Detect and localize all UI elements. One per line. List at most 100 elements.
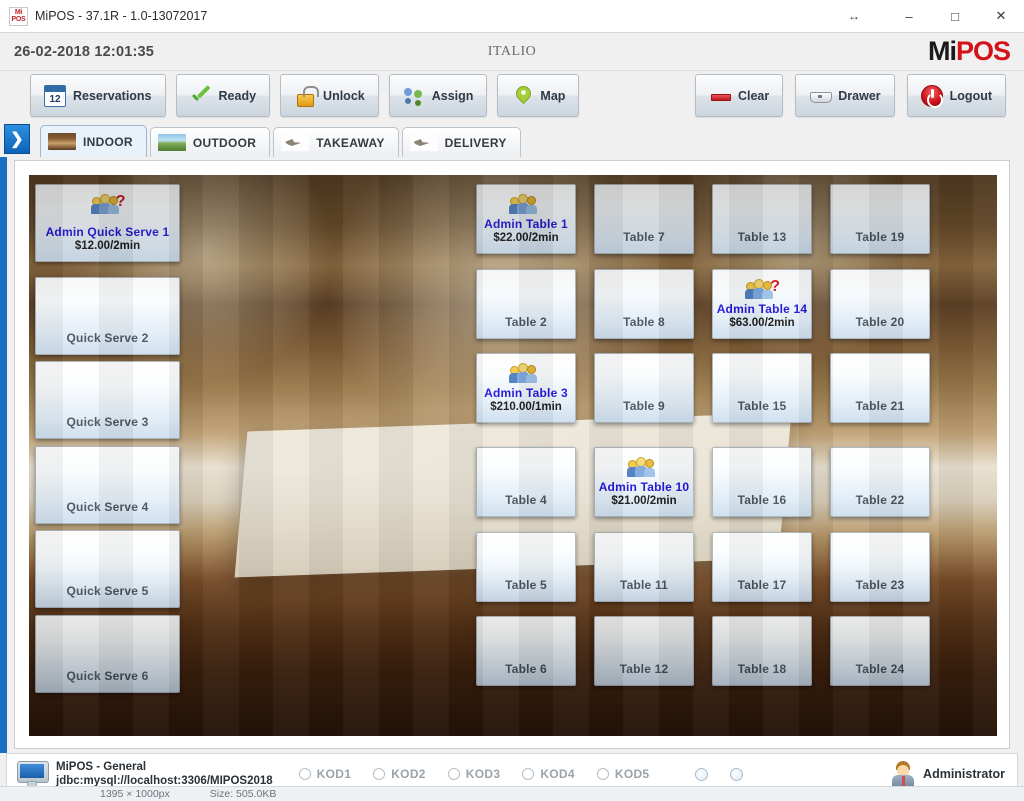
- app-icon-line1: Mi: [14, 9, 23, 16]
- table-name-label: Admin Quick Serve 1: [45, 225, 170, 239]
- table-button-table-20[interactable]: Table 20: [830, 269, 930, 339]
- table-button-table-13[interactable]: Table 13: [712, 184, 812, 254]
- table-button-table-8[interactable]: Table 8: [594, 269, 694, 339]
- reservations-button[interactable]: Reservations: [30, 74, 166, 117]
- app-icon-line2: POS: [11, 16, 26, 23]
- table-button-table-23[interactable]: Table 23: [830, 532, 930, 602]
- kod-radio-4[interactable]: KOD4: [522, 767, 575, 781]
- table-button-quick-serve-2[interactable]: Quick Serve 2: [35, 277, 180, 355]
- table-button-quick-serve-6[interactable]: Quick Serve 6: [35, 615, 180, 693]
- floor-tabs: INDOOR OUTDOOR TAKEAWAY DELIVERY: [40, 125, 524, 157]
- tab-thumbnail-icon: [281, 134, 310, 151]
- table-name-label: Table 17: [737, 578, 787, 592]
- table-button-admin-table-10[interactable]: Admin Table 10 $21.00/2min: [594, 447, 694, 517]
- table-name-label: Table 6: [505, 662, 547, 676]
- question-badge-icon: ?: [115, 193, 126, 210]
- clear-button[interactable]: Clear: [694, 74, 784, 117]
- drawer-button[interactable]: Drawer: [795, 74, 895, 117]
- tab-indoor[interactable]: INDOOR: [40, 125, 147, 157]
- table-button-table-15[interactable]: Table 15: [712, 353, 812, 423]
- avatar: [890, 760, 916, 788]
- table-button-quick-serve-5[interactable]: Quick Serve 5: [35, 530, 180, 608]
- maximize-button[interactable]: □: [932, 0, 978, 32]
- table-button-table-4[interactable]: Table 4: [476, 447, 576, 517]
- resize-icon[interactable]: ↔: [822, 0, 886, 32]
- toolbar-left-group: Reservations Ready Unlock Assign Map: [30, 74, 580, 117]
- table-name-label: Table 5: [505, 578, 547, 592]
- window-controls: ↔ – □ ✕: [822, 0, 1024, 33]
- radio-circle-icon: [298, 768, 311, 780]
- kod-radio-2[interactable]: KOD2: [373, 767, 426, 781]
- map-button[interactable]: Map: [497, 74, 580, 117]
- table-button-admin-table-1[interactable]: Admin Table 1 $22.00/2min: [476, 184, 576, 254]
- username-label: Administrator: [923, 767, 1005, 781]
- radio-circle-icon: [447, 768, 460, 780]
- status-indicator-2[interactable]: [730, 767, 744, 781]
- table-button-table-6[interactable]: Table 6: [476, 616, 576, 686]
- unlock-button[interactable]: Unlock: [280, 74, 379, 117]
- kod-radio-3[interactable]: KOD3: [447, 767, 501, 781]
- tab-thumbnail-icon: [48, 133, 76, 150]
- table-name-label: Table 19: [855, 230, 905, 244]
- table-name-label: Admin Table 1: [484, 217, 568, 231]
- kod-radio-group: KOD1 KOD2 KOD3 KOD4 KOD5: [298, 767, 650, 781]
- drawer-icon: [809, 85, 833, 107]
- table-button-table-22[interactable]: Table 22: [830, 447, 930, 517]
- table-button-table-2[interactable]: Table 2: [476, 269, 576, 339]
- table-name-label: Admin Table 14: [716, 302, 808, 316]
- table-button-table-9[interactable]: Table 9: [594, 353, 694, 423]
- power-icon: [920, 84, 943, 108]
- table-button-table-12[interactable]: Table 12: [594, 616, 694, 686]
- kod-label: KOD5: [614, 767, 650, 781]
- radio-circle-icon: [373, 768, 386, 780]
- tab-takeaway[interactable]: TAKEAWAY: [273, 127, 399, 157]
- kod-radio-1[interactable]: KOD1: [298, 767, 352, 781]
- ready-button[interactable]: Ready: [175, 74, 271, 117]
- clear-icon: [709, 85, 731, 107]
- table-button-admin-quick-serve-1[interactable]: ? Admin Quick Serve 1 $12.00/2min: [35, 184, 180, 262]
- map-label: Map: [540, 88, 566, 103]
- question-badge-icon: ?: [770, 278, 780, 295]
- table-button-quick-serve-3[interactable]: Quick Serve 3: [35, 361, 180, 439]
- table-button-admin-table-14[interactable]: ? Admin Table 14 $63.00/2min: [712, 269, 812, 339]
- table-name-label: Table 21: [855, 399, 905, 413]
- image-dimensions-text: 1395 × 1000px: [100, 788, 170, 800]
- status-indicator-1[interactable]: [695, 767, 709, 781]
- floor-plan-background: ? Admin Quick Serve 1 $12.00/2min Quick Ser…: [29, 175, 997, 736]
- side-rail: [0, 157, 7, 753]
- table-button-table-11[interactable]: Table 11: [594, 532, 694, 602]
- table-button-table-16[interactable]: Table 16: [712, 447, 812, 517]
- panel-expander-button[interactable]: ❯: [4, 124, 30, 154]
- tab-outdoor[interactable]: OUTDOOR: [149, 127, 271, 157]
- current-user[interactable]: Administrator: [890, 760, 1005, 788]
- table-name-label: Table 12: [619, 662, 669, 676]
- drawer-label: Drawer: [838, 88, 881, 103]
- table-button-table-5[interactable]: Table 5: [476, 532, 576, 602]
- assign-button[interactable]: Assign: [388, 74, 488, 117]
- occupied-people-icon: ?: [745, 278, 780, 301]
- table-button-table-7[interactable]: Table 7: [594, 184, 694, 254]
- table-button-table-17[interactable]: Table 17: [712, 532, 812, 602]
- close-button[interactable]: ✕: [978, 0, 1024, 32]
- table-button-quick-serve-4[interactable]: Quick Serve 4: [35, 446, 180, 524]
- app-header: 26-02-2018 12:01:35 ITALIO MiPOS: [0, 33, 1024, 71]
- minimize-button[interactable]: –: [886, 0, 932, 32]
- database-name: MiPOS - General: [56, 761, 147, 773]
- image-size-text: Size: 505.0KB: [209, 788, 277, 800]
- database-info: MiPOS - General jdbc:mysql://localhost:3…: [56, 760, 273, 788]
- tab-delivery[interactable]: DELIVERY: [401, 127, 521, 157]
- reservations-label: Reservations: [73, 88, 152, 103]
- table-button-table-19[interactable]: Table 19: [830, 184, 930, 254]
- background-taskbar-sliver: 1395 × 1000px Size: 505.0KB: [0, 786, 1024, 801]
- table-button-admin-table-3[interactable]: Admin Table 3 $210.00/1min: [476, 353, 576, 423]
- table-button-table-18[interactable]: Table 18: [712, 616, 812, 686]
- table-button-table-24[interactable]: Table 24: [830, 616, 930, 686]
- map-pin-icon: [511, 85, 533, 107]
- kod-label: KOD4: [540, 767, 575, 781]
- table-name-label: Table 8: [623, 315, 665, 329]
- logout-button[interactable]: Logout: [906, 74, 1006, 117]
- kod-radio-5[interactable]: KOD5: [596, 767, 650, 781]
- table-name-label: Quick Serve 4: [66, 500, 149, 514]
- table-amount-label: $210.00/1min: [490, 401, 562, 413]
- table-button-table-21[interactable]: Table 21: [830, 353, 930, 423]
